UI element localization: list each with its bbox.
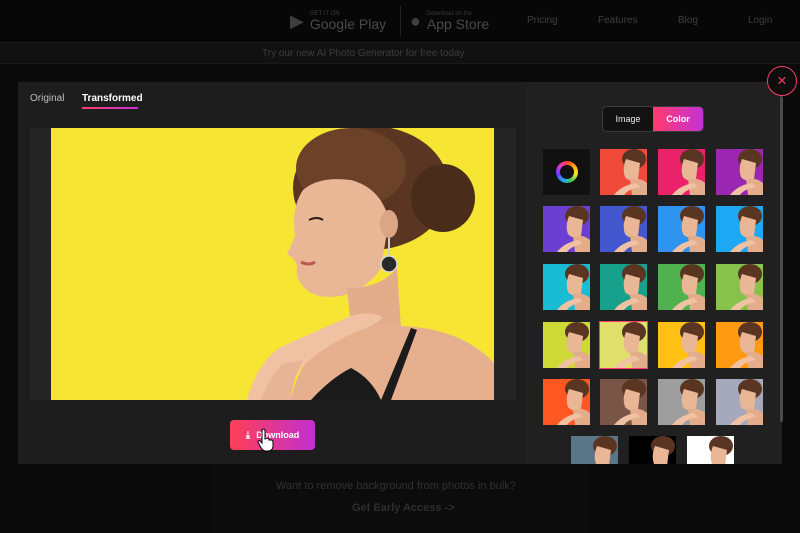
app-store-badge[interactable]: ● Download on the App Store (410, 8, 489, 34)
color-swatch[interactable] (716, 149, 763, 195)
color-swatch[interactable] (658, 149, 705, 195)
color-swatch[interactable] (543, 206, 590, 252)
color-swatch[interactable] (543, 264, 590, 310)
result-image (51, 128, 494, 400)
banner-text: Try our new AI Photo Generator for free … (262, 48, 465, 59)
hand-cursor-icon (257, 428, 274, 452)
preview-panel: Original Transformed ⤓ Download (18, 82, 526, 464)
color-swatch[interactable] (658, 322, 705, 368)
color-swatch[interactable] (658, 206, 705, 252)
color-swatch[interactable] (716, 379, 763, 425)
tab-transformed[interactable]: Transformed (82, 93, 143, 104)
divider (400, 6, 401, 36)
color-swatch[interactable] (600, 379, 647, 425)
background-cta: Want to remove background from photos in… (212, 464, 588, 533)
preview-stage (30, 128, 516, 400)
google-play-label: Google Play (309, 16, 387, 32)
color-swatch[interactable] (543, 322, 590, 368)
color-swatch[interactable] (600, 149, 647, 195)
early-access-link[interactable]: Get Early Access -> (352, 502, 455, 514)
color-swatch[interactable] (600, 264, 647, 310)
color-swatch[interactable] (543, 379, 590, 425)
result-modal: Original Transformed ⤓ Download Image Co… (18, 82, 782, 464)
toggle-color[interactable]: Color (653, 107, 703, 131)
nav-features[interactable]: Features (598, 15, 637, 26)
nav-blog[interactable]: Blog (678, 15, 698, 26)
color-swatch[interactable] (716, 322, 763, 368)
promo-banner[interactable]: Try our new AI Photo Generator for free … (0, 42, 800, 64)
color-wheel-icon (555, 161, 578, 183)
color-swatch[interactable] (629, 436, 676, 464)
color-swatch[interactable] (658, 379, 705, 425)
scrollbar[interactable] (780, 96, 783, 422)
page: ▶ GET IT ON Google Play ● Download on the… (0, 0, 800, 533)
close-icon: × (777, 71, 787, 90)
color-swatch[interactable] (600, 206, 647, 252)
image-color-toggle: Image Color (602, 106, 704, 132)
cta-text: Want to remove background from photos in… (276, 480, 516, 492)
background-options-panel: Image Color (526, 82, 782, 464)
apple-icon: ● (410, 10, 421, 31)
background-navbar: ▶ GET IT ON Google Play ● Download on the… (0, 0, 800, 42)
color-swatch[interactable] (658, 264, 705, 310)
nav-pricing[interactable]: Pricing (527, 15, 558, 26)
google-play-badge[interactable]: ▶ GET IT ON Google Play (290, 8, 386, 34)
custom-color-picker[interactable] (543, 149, 590, 195)
portrait-image (247, 128, 494, 400)
color-swatch[interactable] (716, 206, 763, 252)
active-tab-indicator (82, 107, 138, 109)
color-swatch[interactable] (716, 264, 763, 310)
app-store-label: App Store (426, 16, 490, 32)
color-swatch[interactable] (687, 436, 734, 464)
toggle-image[interactable]: Image (603, 107, 653, 131)
play-store-icon: ▶ (290, 10, 304, 31)
color-swatch[interactable] (571, 436, 618, 464)
close-button[interactable]: × (767, 66, 797, 96)
color-swatch[interactable] (599, 321, 648, 369)
tab-original[interactable]: Original (30, 93, 64, 104)
download-icon: ⤓ (245, 429, 251, 441)
nav-login[interactable]: Login (748, 15, 772, 26)
